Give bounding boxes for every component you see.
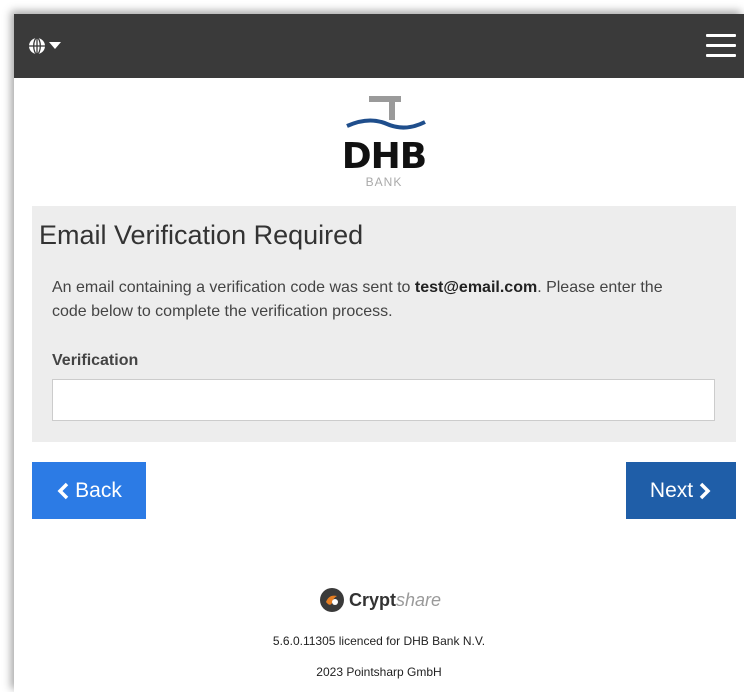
globe-icon <box>29 37 45 55</box>
back-button[interactable]: Back <box>32 462 146 519</box>
caret-down-icon <box>49 42 61 49</box>
logo-mark-icon <box>346 96 426 130</box>
brand-light: share <box>396 589 442 610</box>
bank-logo: DHB BANK <box>329 94 439 194</box>
verification-field-label: Verification <box>52 352 139 369</box>
hamburger-menu-icon[interactable] <box>706 34 736 58</box>
version-info: 5.6.0.11305 licenced for DHB Bank N.V. <box>272 634 486 648</box>
copyright-info: 2023 Pointsharp GmbH <box>316 665 442 679</box>
cryptshare-emblem-icon <box>320 588 344 612</box>
logo-subtitle: BANK <box>365 175 403 189</box>
chevron-right-icon <box>699 482 711 499</box>
cryptshare-logo: Cryptshare <box>319 585 441 615</box>
description-text-start: An email containing a verification code … <box>52 279 415 296</box>
cryptshare-wordmark: Cryptshare <box>349 590 441 611</box>
verification-panel: Email Verification Required An email con… <box>32 206 736 442</box>
next-button[interactable]: Next <box>626 462 736 519</box>
page-title: Email Verification Required <box>39 220 364 250</box>
app-window: DHB BANK Email Verification Required An … <box>14 14 744 692</box>
next-button-label: Next <box>649 478 694 502</box>
brand-bold: Crypt <box>349 589 397 610</box>
recipient-email: test@email.com <box>414 279 538 296</box>
verification-description: An email containing a verification code … <box>52 276 692 324</box>
language-selector[interactable] <box>28 35 61 57</box>
verification-code-input[interactable] <box>52 379 715 421</box>
top-navigation-bar <box>14 14 744 78</box>
logo-name: DHB <box>341 136 427 177</box>
chevron-left-icon <box>57 482 69 499</box>
back-button-label: Back <box>75 478 122 502</box>
